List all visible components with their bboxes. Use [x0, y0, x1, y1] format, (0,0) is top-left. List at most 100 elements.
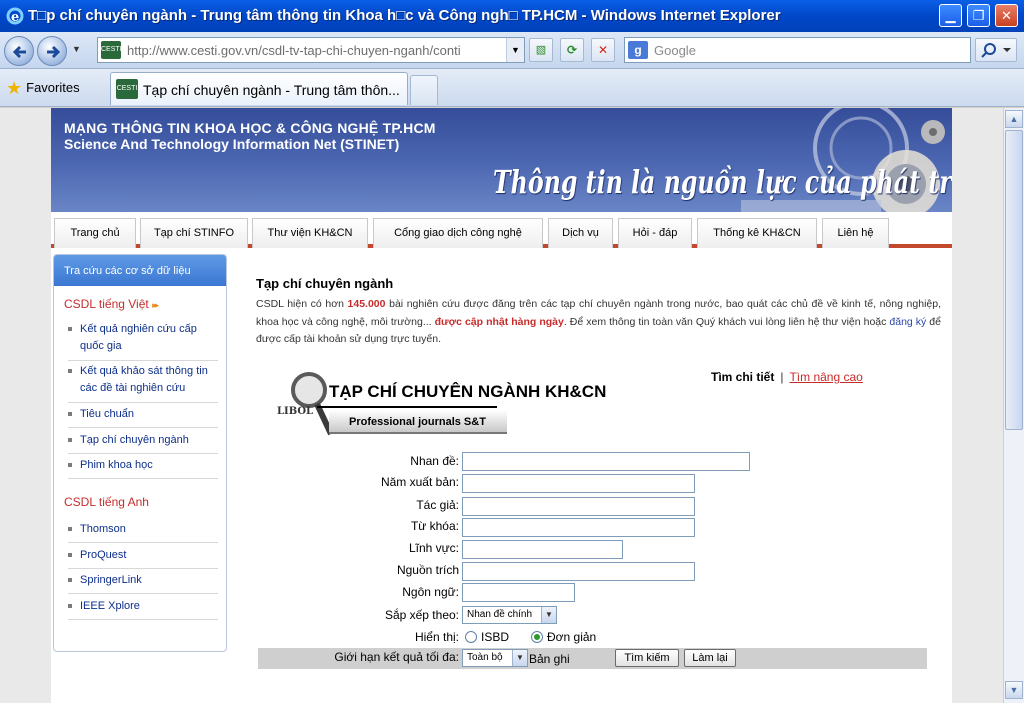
tab-favicon-icon: CESTI: [116, 79, 138, 99]
stop-button[interactable]: ✕: [591, 38, 615, 62]
compatibility-icon: ▧: [535, 44, 547, 56]
field-label: Lĩnh vực:: [408, 541, 459, 555]
browser-tab-active[interactable]: CESTI Tạp chí chuyên ngành - Trung tâm t…: [110, 72, 408, 105]
chevron-down-icon: ▼: [541, 607, 556, 623]
logo-divider: [317, 406, 497, 408]
bullet-icon: [68, 412, 72, 416]
logo-title: TẠP CHÍ CHUYÊN NGÀNH KH&CN: [329, 382, 607, 401]
sidebar-item-ieee-xplore[interactable]: IEEE Xplore: [68, 598, 218, 620]
menu-item-stinfo[interactable]: Tạp chí STINFO: [140, 218, 248, 248]
sidebar-item-label: Kết quả khảo sát thông tin các đề tài ng…: [80, 365, 208, 394]
scroll-thumb[interactable]: [1005, 130, 1023, 430]
address-url[interactable]: http://www.cesti.gov.vn/csdl-tv-tap-chi-…: [127, 43, 502, 58]
forward-button[interactable]: [37, 36, 67, 66]
favorites-button[interactable]: ★ Favorites: [6, 78, 80, 99]
stop-icon: ✕: [597, 43, 609, 57]
database-sidebar: Tra cứu các cơ sở dữ liệu CSDL tiếng Việ…: [53, 254, 227, 652]
window-title: T□p chí chuyên ngành - Trung tâm thông t…: [28, 7, 781, 24]
intro-paragraph: CSDL hiện có hơn 145.000 bài nghiên cứu …: [256, 296, 941, 349]
sidebar-item-science-films[interactable]: Phim khoa học: [68, 457, 218, 479]
restore-icon: ❐: [972, 8, 985, 23]
menu-item-services[interactable]: Dịch vụ: [548, 218, 613, 248]
menu-item-statistics[interactable]: Thống kê KH&CN: [697, 218, 817, 248]
menu-item-contact[interactable]: Liên hệ: [822, 218, 889, 248]
limit-unit: Bản ghi: [529, 652, 570, 666]
banner-title-en: Science And Technology Information Net (…: [64, 136, 400, 152]
new-tab-button[interactable]: [410, 75, 438, 105]
menu-item-tech-exchange[interactable]: Cổng giao dịch công nghệ: [373, 218, 543, 248]
minimize-icon: ▁: [945, 8, 956, 23]
logo-subtitle: Professional journals S&T: [349, 416, 486, 428]
author-field[interactable]: [462, 497, 695, 516]
search-mode-links: Tìm chi tiết | Tìm nâng cao: [711, 370, 863, 384]
vertical-scrollbar[interactable]: ▲ ▼: [1003, 108, 1024, 703]
double-arrow-icon: ▸▸: [152, 300, 159, 310]
radio-isbd-label: ISBD: [481, 630, 510, 644]
sidebar-item-journals[interactable]: Tạp chí chuyên ngành: [68, 432, 218, 454]
sidebar-item-standards[interactable]: Tiêu chuẩn: [68, 406, 218, 428]
group-vietnamese-label: CSDL tiếng Việt: [64, 297, 149, 311]
search-input[interactable]: g Google: [624, 37, 971, 63]
search-placeholder: Google: [654, 43, 696, 58]
radio-isbd[interactable]: [465, 631, 477, 643]
bullet-icon: [68, 578, 72, 582]
detail-search-link[interactable]: Tìm chi tiết: [711, 370, 774, 384]
menu-item-library[interactable]: Thư viện KH&CN: [252, 218, 368, 248]
sidebar-group-vietnamese[interactable]: CSDL tiếng Việt ▸▸: [64, 297, 159, 311]
limit-value: Toàn bộ: [467, 652, 503, 663]
sidebar-group-english[interactable]: CSDL tiếng Anh: [64, 495, 149, 509]
back-button[interactable]: [4, 36, 34, 66]
tab-title: Tạp chí chuyên ngành - Trung tâm thôn...: [143, 82, 400, 98]
favorites-label: Favorites: [26, 80, 80, 95]
sidebar-item-springerlink[interactable]: SpringerLink: [68, 572, 218, 594]
star-icon: ★: [6, 78, 23, 98]
advanced-search-link[interactable]: Tìm nâng cao: [789, 370, 862, 384]
keyword-field[interactable]: [462, 518, 695, 537]
menu-item-faq[interactable]: Hỏi - đáp: [618, 218, 692, 248]
title-label: Nhan đề:: [410, 454, 459, 468]
sidebar-item-label: Tạp chí chuyên ngành: [80, 434, 189, 446]
close-button[interactable]: ✕: [995, 4, 1018, 27]
sidebar-item-proquest[interactable]: ProQuest: [68, 547, 218, 569]
bullet-icon: [68, 553, 72, 557]
title-field[interactable]: [462, 452, 750, 471]
window-titlebar[interactable]: e T□p chí chuyên ngành - Trung tâm thông…: [0, 0, 1024, 32]
page-viewport: MẠNG THÔNG TIN KHOA HỌC & CÔNG NGHỆ TP.H…: [0, 108, 1003, 703]
compatibility-view-button[interactable]: ▧: [529, 38, 553, 62]
main-menu: Trang chủ Tạp chí STINFO Thư viện KH&CN …: [51, 212, 952, 248]
search-button[interactable]: Tìm kiếm: [615, 649, 679, 667]
reset-button[interactable]: Làm lại: [684, 649, 736, 667]
sidebar-item-survey[interactable]: Kết quả khảo sát thông tin các đề tài ng…: [68, 363, 218, 403]
svg-text:e: e: [11, 10, 19, 25]
register-link[interactable]: đăng ký: [889, 316, 926, 328]
refresh-button[interactable]: ⟳: [560, 38, 584, 62]
maximize-button[interactable]: ❐: [967, 4, 990, 27]
refresh-icon: ⟳: [566, 43, 578, 57]
address-bar[interactable]: CESTI http://www.cesti.gov.vn/csdl-tv-ta…: [97, 37, 525, 63]
limit-select[interactable]: Toàn bộ ▼: [462, 649, 528, 667]
sort-select[interactable]: Nhan đề chính ▼: [462, 606, 557, 624]
subject-field[interactable]: [462, 540, 623, 559]
history-dropdown-icon[interactable]: ▼: [72, 44, 81, 54]
radio-simple[interactable]: [531, 631, 543, 643]
language-field[interactable]: [462, 583, 575, 602]
banner-title-vn: MẠNG THÔNG TIN KHOA HỌC & CÔNG NGHỆ TP.H…: [64, 120, 436, 136]
scroll-up-icon[interactable]: ▲: [1005, 110, 1023, 128]
search-go-button[interactable]: [975, 38, 1017, 62]
keyword-label: Từ khóa:: [410, 519, 459, 533]
year-field[interactable]: [462, 474, 695, 493]
internet-explorer-icon: e: [6, 7, 24, 25]
group-english-label: CSDL tiếng Anh: [64, 495, 149, 509]
sidebar-item-thomson[interactable]: Thomson: [68, 521, 218, 543]
navigation-bar: ▼ CESTI http://www.cesti.gov.vn/csdl-tv-…: [0, 32, 1024, 69]
address-dropdown-icon[interactable]: ▼: [506, 38, 524, 62]
year-label: Năm xuất bản:: [380, 475, 459, 489]
sidebar-item-national-research[interactable]: Kết quả nghiên cứu cấp quốc gia: [68, 321, 218, 361]
minimize-button[interactable]: ▁: [939, 4, 962, 27]
sort-value: Nhan đề chính: [467, 609, 533, 620]
menu-item-home[interactable]: Trang chủ: [54, 218, 136, 248]
scroll-down-icon[interactable]: ▼: [1005, 681, 1023, 699]
source-field[interactable]: [462, 562, 695, 581]
web-page: MẠNG THÔNG TIN KHOA HỌC & CÔNG NGHỆ TP.H…: [51, 108, 952, 703]
intro-update: được cập nhật hàng ngày: [434, 315, 564, 328]
